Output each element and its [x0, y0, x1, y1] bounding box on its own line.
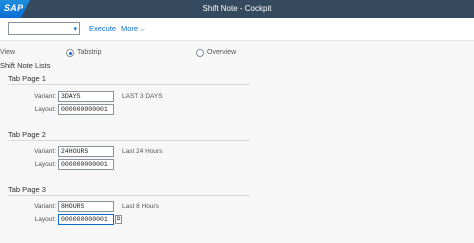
variant-description: LAST 3 DAYS — [122, 93, 163, 100]
chevron-down-icon: ▾ — [73, 26, 77, 33]
tab-page-2-title: Tab Page 2 — [8, 130, 46, 139]
variant-description: Last 8 Hours — [122, 203, 159, 210]
layout-input-3[interactable]: 000000000001 — [58, 214, 114, 225]
variant-input-2[interactable]: 24HOURS — [58, 146, 114, 157]
execute-button[interactable]: Execute — [89, 24, 116, 33]
variant-input-1[interactable]: 3DAYS — [58, 91, 114, 102]
variant-dropdown[interactable]: ▾ — [8, 22, 80, 35]
layout-input-2[interactable]: 000000000001 — [58, 159, 114, 170]
variant-input-3[interactable]: 8HOURS — [58, 201, 114, 212]
variant-label: Variant: — [34, 148, 56, 155]
layout-label: Layout: — [34, 216, 56, 223]
layout-label: Layout: — [34, 161, 56, 168]
variant-description: Last 24 Hours — [122, 148, 163, 155]
section-title: Shift Note Lists — [0, 61, 51, 70]
tab-page-3-title: Tab Page 3 — [8, 185, 46, 194]
chevron-down-icon: ⌵ — [140, 27, 145, 33]
more-label: More — [121, 24, 139, 33]
variant-label: Variant: — [34, 203, 56, 210]
layout-input-1[interactable]: 000000000001 — [58, 104, 114, 115]
option-overview-label: Overview — [207, 49, 237, 56]
toolbar: ▾ Execute More ⌵ — [0, 18, 474, 41]
radio-overview[interactable] — [196, 49, 204, 57]
more-button[interactable]: More ⌵ — [121, 24, 145, 34]
app-title: Shift Note - Cockpit — [202, 4, 272, 13]
radio-tabstrip[interactable] — [66, 49, 74, 57]
view-label: View — [0, 49, 16, 56]
tab-page-1-title: Tab Page 1 — [8, 74, 46, 83]
layout-label: Layout: — [34, 106, 56, 113]
shell-bar: SAP Shift Note - Cockpit — [0, 0, 474, 18]
divider — [8, 84, 250, 85]
divider — [8, 195, 250, 196]
option-tabstrip-label: Tabstrip — [77, 49, 102, 56]
divider — [8, 140, 250, 141]
variant-label: Variant: — [34, 93, 56, 100]
value-help-icon[interactable]: ⧉ — [115, 215, 122, 224]
